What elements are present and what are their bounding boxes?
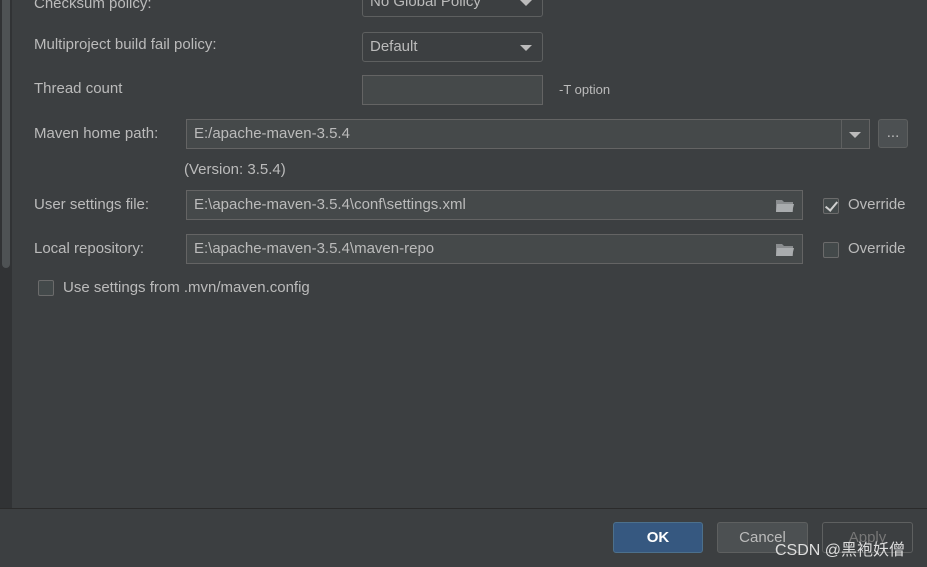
chevron-down-icon xyxy=(520,0,532,6)
checksum-policy-value: No Global Policy xyxy=(370,0,481,10)
local-repo-label: Local repository: xyxy=(34,240,145,257)
local-repo-field[interactable]: E:\apache-maven-3.5.4\maven-repo xyxy=(186,234,803,264)
maven-home-value: E:/apache-maven-3.5.4 xyxy=(194,125,350,142)
scrollbar-track[interactable] xyxy=(0,0,12,508)
folder-icon[interactable] xyxy=(776,199,794,212)
chevron-down-icon xyxy=(520,45,532,51)
fail-policy-label: Multiproject build fail policy: xyxy=(34,36,217,53)
user-settings-field[interactable]: E:\apache-maven-3.5.4\conf\settings.xml xyxy=(186,190,803,220)
maven-version-text: (Version: 3.5.4) xyxy=(184,161,286,178)
maven-home-combo[interactable]: E:/apache-maven-3.5.4 xyxy=(186,119,870,149)
user-settings-override-label: Override xyxy=(848,196,906,213)
folder-icon[interactable] xyxy=(776,243,794,256)
ok-button[interactable]: OK xyxy=(613,522,703,553)
chevron-down-icon xyxy=(849,132,861,138)
local-repo-override-checkbox[interactable] xyxy=(823,242,839,258)
user-settings-override-checkbox[interactable] xyxy=(823,198,839,214)
checksum-policy-label: Checksum policy: xyxy=(34,0,152,12)
local-repo-override-label: Override xyxy=(848,240,906,257)
fail-policy-value: Default xyxy=(370,38,418,55)
user-settings-label: User settings file: xyxy=(34,196,150,213)
thread-count-label: Thread count xyxy=(34,80,123,97)
user-settings-value: E:\apache-maven-3.5.4\conf\settings.xml xyxy=(194,196,466,213)
maven-home-label: Maven home path: xyxy=(34,125,159,142)
mvn-config-checkbox[interactable] xyxy=(38,280,54,296)
footer-divider xyxy=(0,508,927,509)
checksum-policy-dropdown[interactable]: No Global Policy xyxy=(362,0,543,17)
scrollbar-thumb[interactable] xyxy=(2,0,10,268)
watermark: CSDN @黑袍妖僧 xyxy=(775,542,906,559)
local-repo-value: E:\apache-maven-3.5.4\maven-repo xyxy=(194,240,435,257)
maven-home-browse-button[interactable]: ... xyxy=(878,119,908,148)
thread-count-hint: -T option xyxy=(559,82,611,97)
fail-policy-dropdown[interactable]: Default xyxy=(362,32,543,62)
mvn-config-label: Use settings from .mvn/maven.config xyxy=(63,279,310,296)
thread-count-input[interactable] xyxy=(362,75,543,105)
maven-home-dropdown-button[interactable] xyxy=(841,120,869,148)
